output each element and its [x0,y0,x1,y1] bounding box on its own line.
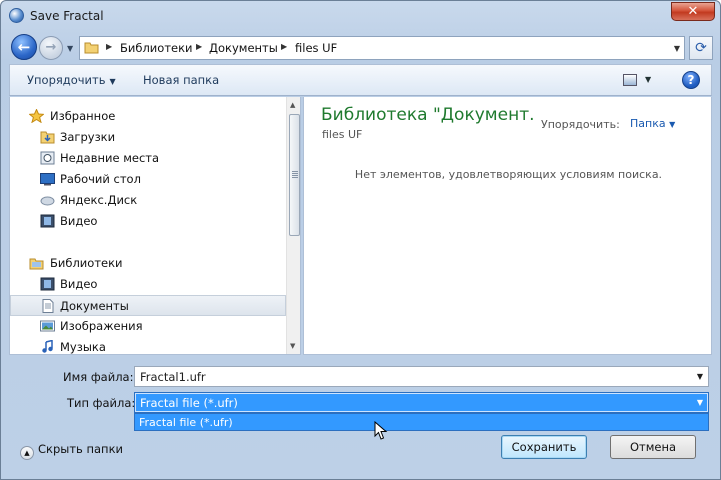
sidebar-item-libraries[interactable]: Библиотеки [10,253,286,274]
arrange-by-value: Папка [630,117,666,130]
breadcrumb-files-uf[interactable]: files UF [295,41,337,55]
hide-folders-label: Скрыть папки [38,442,123,456]
filetype-option[interactable]: Fractal file (*.ufr) [134,413,709,431]
sidebar-item-label: Изображения [60,319,143,333]
sidebar-item-yandex-disk[interactable]: Яндекс.Диск [10,190,286,211]
sidebar-item-label: Видео [60,214,98,228]
sidebar-item-video-favorite[interactable]: Видео [10,211,286,232]
scroll-down-icon[interactable]: ▼ [290,342,295,350]
refresh-button[interactable]: ⟳ [689,36,713,60]
recent-places-icon [40,151,55,165]
sidebar-item-label: Видео [60,277,98,291]
sidebar-item-downloads[interactable]: Загрузки [10,127,286,148]
empty-message: Нет элементов, удовлетворяющих условиям … [354,168,663,181]
library-title: Библиотека "Документ... [321,105,536,125]
sidebar-item-favorites[interactable]: Избранное [10,106,286,127]
sidebar-item-recent-places[interactable]: Недавние места [10,148,286,169]
mouse-cursor-icon [374,421,388,440]
sidebar-item-label: Библиотеки [50,256,123,270]
save-button[interactable]: Сохранить [501,435,587,459]
view-options-icon[interactable] [623,74,637,86]
sidebar-item-video-library[interactable]: Видео [10,274,286,295]
library-subtitle: files UF [322,128,363,141]
documents-icon [42,299,54,313]
address-row: ← → ▼ ▶ Библиотеки ▶ Документы ▶ files U… [1,32,720,62]
close-button[interactable]: ✕ [671,2,715,21]
star-icon [29,109,44,123]
arrange-by-dropdown[interactable]: Папка ▼ [630,117,675,130]
chevron-up-icon: ▲ [20,446,34,460]
chevron-down-icon: ▼ [109,77,116,86]
filetype-option-label: Fractal file (*.ufr) [139,416,233,429]
sidebar-scrollbar[interactable]: ▲ ▼ [286,97,300,354]
breadcrumb-separator-icon[interactable]: ▶ [196,42,202,51]
filename-value[interactable]: Fractal1.ufr [140,370,206,384]
chevron-down-icon[interactable]: ▼ [697,372,703,381]
save-dialog: Save Fractal ✕ ← → ▼ ▶ Библиотеки ▶ Доку… [0,0,721,480]
chevron-down-icon[interactable]: ▼ [645,75,651,84]
filename-label: Имя файла: [63,370,134,384]
toolbar: Упорядочить ▼ Новая папка ▼ ? [9,64,712,96]
address-dropdown-icon[interactable]: ▼ [674,44,680,53]
title-bar[interactable]: Save Fractal ✕ [1,1,720,31]
desktop-icon [40,173,55,186]
window-title: Save Fractal [30,9,104,23]
organize-button[interactable]: Упорядочить ▼ [27,73,116,87]
organize-label: Упорядочить [27,73,106,87]
sidebar-item-desktop[interactable]: Рабочий стол [10,169,286,190]
sidebar-item-label: Избранное [50,109,116,123]
filetype-label: Тип файла: [67,396,136,410]
scroll-up-icon[interactable]: ▲ [290,101,295,109]
sidebar-item-label: Недавние места [60,151,160,165]
help-icon[interactable]: ? [682,71,700,89]
sidebar-item-label: Загрузки [60,130,116,144]
sidebar-item-documents[interactable]: Документы [10,295,286,316]
back-button[interactable]: ← [11,34,37,60]
arrange-by-label: Упорядочить: [541,118,620,131]
sidebar-item-pictures[interactable]: Изображения [10,316,286,337]
app-icon [9,8,24,23]
sidebar-item-music[interactable]: Музыка [10,337,286,354]
new-folder-button[interactable]: Новая папка [143,73,219,87]
chevron-down-icon[interactable]: ▼ [697,398,703,407]
sidebar-item-label: Яндекс.Диск [60,193,138,207]
forward-button[interactable]: → [39,36,63,60]
breadcrumb-documents[interactable]: Документы [209,41,278,55]
breadcrumb-libraries[interactable]: Библиотеки [120,41,193,55]
folder-icon [84,42,99,54]
filetype-value: Fractal file (*.ufr) [140,396,238,410]
cancel-button[interactable]: Отмена [610,435,696,459]
address-bar[interactable]: ▶ Библиотеки ▶ Документы ▶ files UF ▼ [79,36,685,60]
pictures-icon [40,320,55,332]
breadcrumb-separator-icon[interactable]: ▶ [106,42,112,51]
sidebar-item-label: Музыка [60,340,106,354]
sidebar-item-label: Рабочий стол [60,172,141,186]
file-list-pane[interactable]: Библиотека "Документ... files UF Упорядо… [303,97,712,355]
sidebar-item-label: Документы [60,299,129,313]
libraries-icon [29,258,44,270]
history-dropdown-icon[interactable]: ▼ [67,44,73,53]
video-icon [40,214,55,228]
grip-icon [292,171,298,179]
navigation-pane: Избранное Загрузки Недавние места Рабочи… [9,97,301,355]
scrollbar-thumb[interactable] [289,114,300,236]
breadcrumb-separator-icon[interactable]: ▶ [281,42,287,51]
chevron-down-icon: ▼ [669,120,676,129]
filename-field[interactable]: Fractal1.ufr ▼ [134,366,709,387]
filetype-select[interactable]: Fractal file (*.ufr) ▼ [134,392,709,413]
downloads-folder-icon [40,131,55,144]
hide-folders-button[interactable]: ▲ Скрыть папки [20,442,123,460]
music-icon [42,340,53,353]
cloud-icon [40,196,55,206]
video-icon [40,277,55,291]
